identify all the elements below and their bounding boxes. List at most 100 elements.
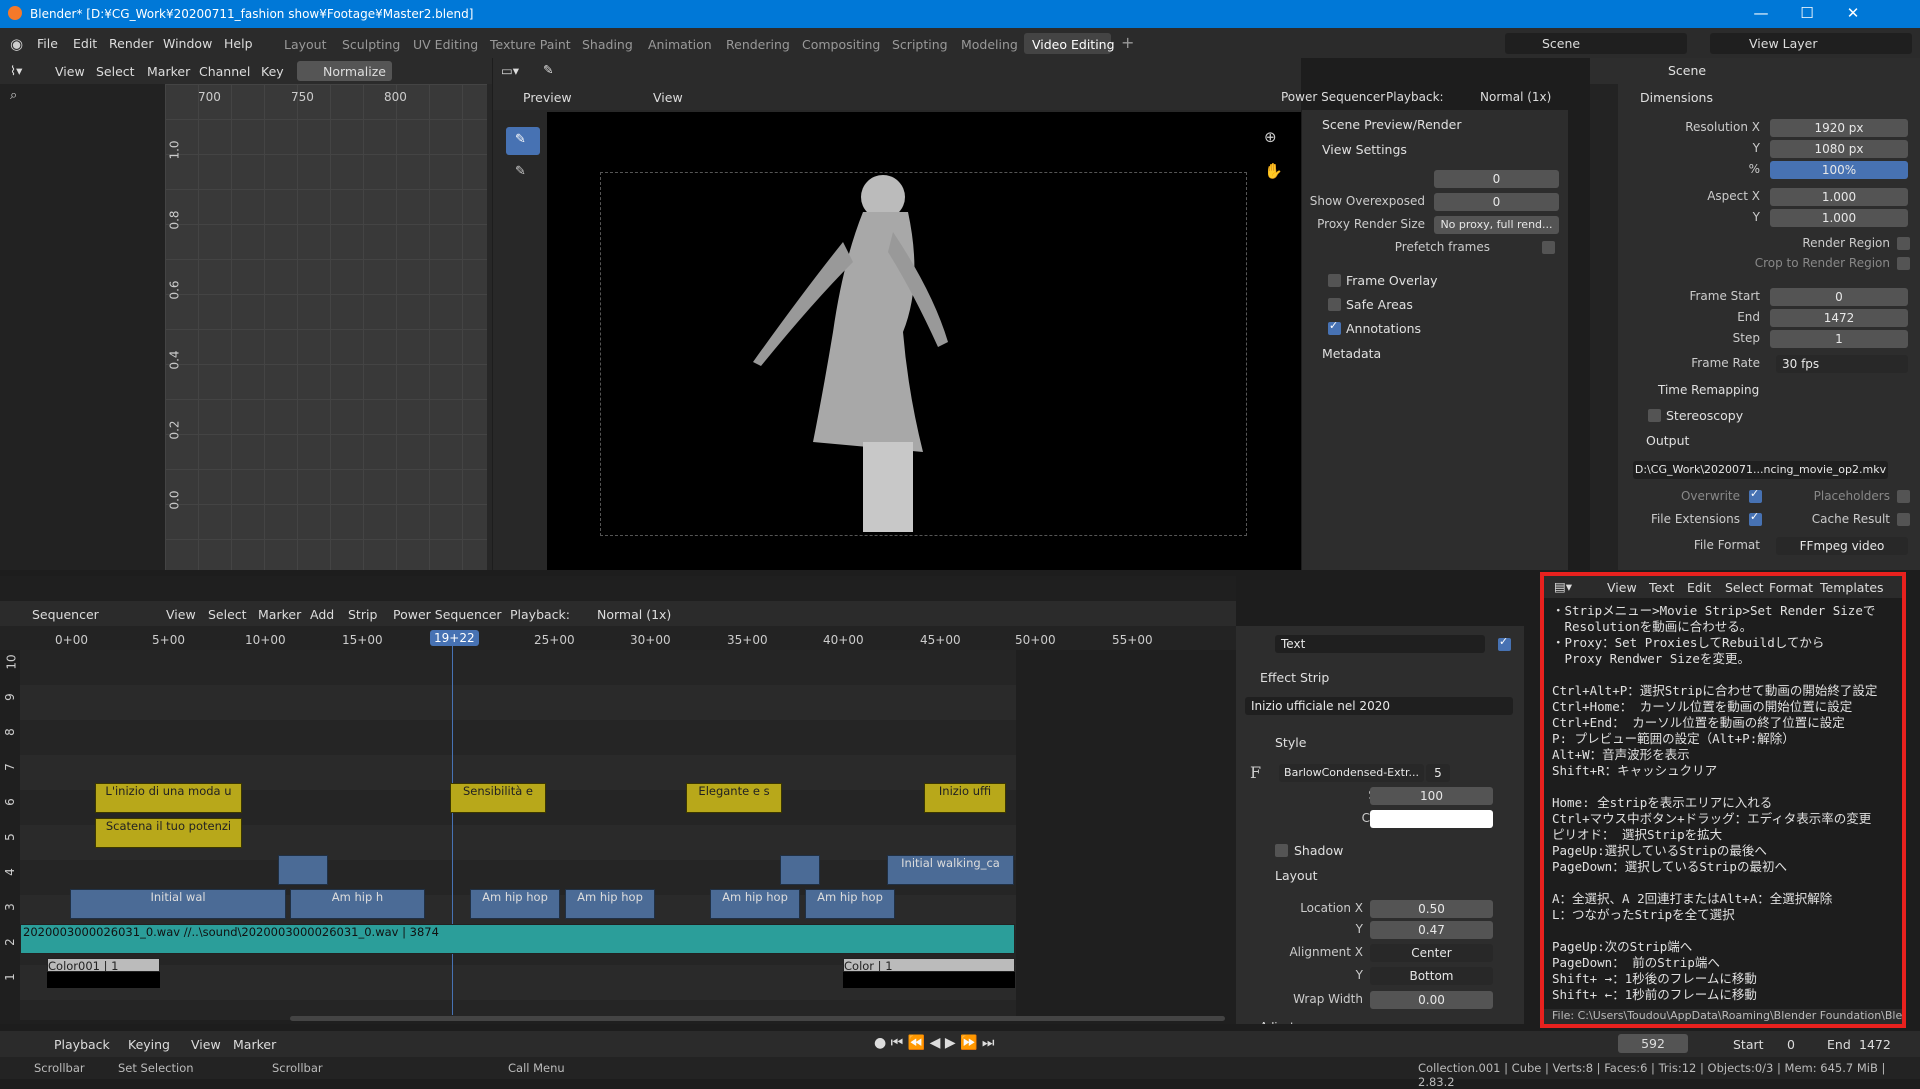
movie-strip[interactable] <box>278 855 328 885</box>
strip-enabled-checkbox[interactable] <box>1498 635 1511 651</box>
tab-layout[interactable]: Layout <box>284 37 327 52</box>
strip-name-field[interactable]: Text <box>1275 635 1485 653</box>
playback-speed-select[interactable]: Normal (1x) <box>1480 90 1551 104</box>
seq-menu-select[interactable]: Select <box>208 607 247 622</box>
stereoscopy-checkbox[interactable] <box>1648 409 1661 422</box>
te-menu-view[interactable]: View <box>1607 580 1637 595</box>
footer-playback-menu[interactable]: Playback <box>54 1037 110 1052</box>
alignment-y-select[interactable]: Bottom <box>1370 967 1493 985</box>
frame-overlay-checkbox[interactable] <box>1328 274 1341 287</box>
location-y-field[interactable]: 0.47 <box>1370 921 1493 939</box>
resolution-y-field[interactable]: 1080 px <box>1770 140 1908 158</box>
tab-sculpting[interactable]: Sculpting <box>342 37 400 52</box>
tab-animation[interactable]: Animation <box>648 37 712 52</box>
graph-editor-type-icon[interactable]: ⌇▾ <box>10 63 22 78</box>
style-panel[interactable]: Style <box>1275 735 1306 750</box>
channel-field[interactable]: 0 <box>1434 170 1559 188</box>
tab-rendering[interactable]: Rendering <box>726 37 790 52</box>
show-overexposed-field[interactable]: 0 <box>1434 193 1559 211</box>
blender-menu-icon[interactable]: ◉ <box>10 35 23 53</box>
minimize-button[interactable]: — <box>1738 4 1784 22</box>
overwrite-checkbox[interactable] <box>1749 487 1762 503</box>
scene-preview-panel[interactable]: Scene Preview/Render <box>1322 117 1461 132</box>
movie-strip[interactable]: Am hip hop <box>805 889 895 919</box>
zoom-icon[interactable]: ⊕ <box>1264 128 1277 146</box>
aspect-y-field[interactable]: 1.000 <box>1770 209 1908 227</box>
graph-menu-channel[interactable]: Channel <box>199 64 250 79</box>
color-strip[interactable]: Color001 | 1 <box>47 958 160 972</box>
text-strip[interactable]: Elegante e s <box>686 783 782 813</box>
tab-scripting[interactable]: Scripting <box>892 37 948 52</box>
menu-window[interactable]: Window <box>163 36 212 51</box>
timeline-scrollbar[interactable] <box>290 1016 1225 1021</box>
text-color-swatch[interactable] <box>1370 810 1493 828</box>
movie-strip[interactable]: Am hip hop <box>565 889 655 919</box>
audio-strip[interactable]: 2020003000026031_0.wav //..\sound\202000… <box>20 924 1015 954</box>
seq-menu-view[interactable]: View <box>166 607 196 622</box>
menu-render[interactable]: Render <box>109 36 154 51</box>
prefetch-checkbox[interactable] <box>1542 241 1555 254</box>
cache-result-checkbox[interactable] <box>1897 513 1910 526</box>
end-frame-field[interactable]: 1472 <box>1859 1037 1891 1052</box>
file-format-select[interactable]: FFmpeg video <box>1776 537 1908 555</box>
frame-end-field[interactable]: 1472 <box>1770 309 1908 327</box>
frame-rate-select[interactable]: 30 fps <box>1776 355 1908 373</box>
layout-panel[interactable]: Layout <box>1275 868 1318 883</box>
dimensions-panel[interactable]: Dimensions <box>1640 90 1713 105</box>
seq-menu-marker[interactable]: Marker <box>258 607 301 622</box>
graph-menu-select[interactable]: Select <box>96 64 135 79</box>
text-strip[interactable]: Scatena il tuo potenzi <box>95 818 242 848</box>
metadata-panel[interactable]: Metadata <box>1322 346 1381 361</box>
close-button[interactable]: ✕ <box>1830 4 1876 22</box>
seq-menu-add[interactable]: Add <box>310 607 334 622</box>
tab-video-editing[interactable]: Video Editing <box>1032 37 1115 52</box>
preview-mode-select[interactable]: Preview <box>523 90 572 105</box>
tab-compositing[interactable]: Compositing <box>802 37 880 52</box>
te-menu-edit[interactable]: Edit <box>1687 580 1711 595</box>
te-menu-templates[interactable]: Templates <box>1820 580 1884 595</box>
te-menu-select[interactable]: Select <box>1725 580 1764 595</box>
seq-menu-strip[interactable]: Strip <box>348 607 377 622</box>
location-x-field[interactable]: 0.50 <box>1370 900 1493 918</box>
resolution-x-field[interactable]: 1920 px <box>1770 119 1908 137</box>
effect-strip-panel[interactable]: Effect Strip <box>1260 670 1329 685</box>
tab-modeling[interactable]: Modeling <box>961 37 1018 52</box>
editor-type-icon[interactable]: ▭▾ <box>501 63 519 78</box>
safe-areas-checkbox[interactable] <box>1328 298 1341 311</box>
output-path-field[interactable]: D:\CG_Work\2020071...ncing_movie_op2.mkv <box>1633 461 1888 479</box>
color-strip[interactable]: Color | 1 <box>843 958 1015 972</box>
resolution-pct-field[interactable]: 100% <box>1770 161 1908 179</box>
graph-menu-marker[interactable]: Marker <box>147 64 190 79</box>
seq-playback-speed[interactable]: Normal (1x) <box>597 607 671 622</box>
graph-menu-view[interactable]: View <box>55 64 85 79</box>
scene-selector[interactable] <box>1505 33 1687 54</box>
file-extensions-checkbox[interactable] <box>1749 510 1762 526</box>
search-icon[interactable]: ⌕ <box>10 88 17 103</box>
adjust-panel[interactable]: Adjust <box>1260 1020 1294 1024</box>
font-select[interactable]: BarlowCondensed-Extr... <box>1279 764 1424 782</box>
stereoscopy-panel[interactable]: Stereoscopy <box>1666 408 1743 423</box>
footer-marker-menu[interactable]: Marker <box>233 1037 276 1052</box>
maximize-button[interactable]: ☐ <box>1784 4 1830 22</box>
proxy-render-size-select[interactable]: No proxy, full rend... <box>1434 216 1559 234</box>
text-strip[interactable]: Inizio uffi <box>924 783 1006 813</box>
frame-start-field[interactable]: 0 <box>1770 288 1908 306</box>
placeholders-checkbox[interactable] <box>1897 490 1910 503</box>
movie-strip[interactable]: Am hip h <box>290 889 425 919</box>
footer-keying-menu[interactable]: Keying <box>128 1037 170 1052</box>
start-frame-field[interactable]: 0 <box>1787 1037 1795 1052</box>
current-frame-indicator[interactable]: 19+22 <box>430 630 479 646</box>
movie-strip[interactable]: Initial walking_ca <box>887 855 1014 885</box>
tab-texture-paint[interactable]: Texture Paint <box>490 37 571 52</box>
render-region-checkbox[interactable] <box>1897 237 1910 250</box>
sequencer-editor-type[interactable]: Sequencer <box>32 607 99 622</box>
text-strip[interactable]: Sensibilità e <box>450 783 546 813</box>
movie-strip[interactable]: Am hip hop <box>710 889 800 919</box>
size-field[interactable]: 100 <box>1370 787 1493 805</box>
tab-uv-editing[interactable]: UV Editing <box>413 37 478 52</box>
current-frame-field[interactable]: 592 <box>1618 1034 1688 1053</box>
text-editor-type-icon[interactable]: ▤▾ <box>1554 579 1572 594</box>
aspect-x-field[interactable]: 1.000 <box>1770 188 1908 206</box>
te-menu-format[interactable]: Format <box>1769 580 1813 595</box>
annotate-icon[interactable]: ✎ <box>543 62 553 77</box>
